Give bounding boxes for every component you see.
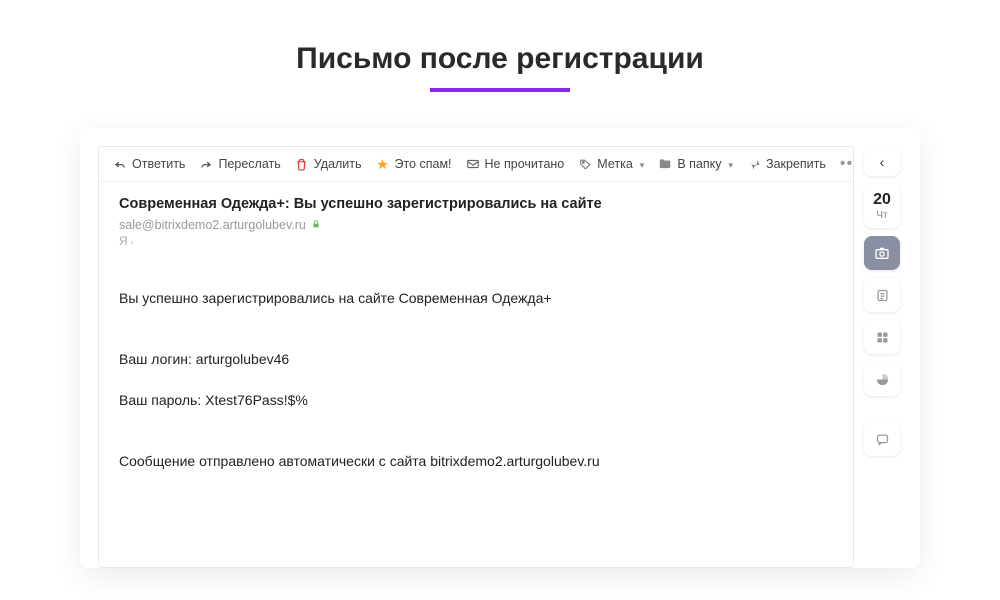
pin-icon [747, 157, 761, 171]
date-widget[interactable]: 20 Чт [864, 184, 900, 228]
sidebar-stats-button[interactable] [864, 362, 900, 396]
trash-icon [295, 157, 309, 171]
folder-icon [658, 157, 672, 171]
tofolder-button[interactable]: В папку [658, 157, 733, 171]
email-subject: Современная Одежда+: Вы успешно зарегист… [119, 196, 833, 212]
sidebar-chat-button[interactable] [864, 422, 900, 456]
chevron-down-icon [726, 157, 733, 171]
forward-button[interactable]: Переслать [199, 157, 280, 171]
chevron-down-icon [638, 157, 645, 171]
reply-label: Ответить [132, 157, 185, 171]
body-line-1: Вы успешно зарегистрировались на сайте С… [119, 290, 552, 306]
delete-button[interactable]: Удалить [295, 157, 362, 171]
lock-icon [311, 219, 321, 232]
label-text: Метка [597, 157, 633, 171]
reply-button[interactable]: Ответить [113, 157, 185, 171]
date-number: 20 [873, 192, 891, 208]
spam-icon [375, 157, 389, 171]
tag-icon [578, 157, 592, 171]
chevron-right-icon: › [131, 237, 134, 247]
mail-main-panel: Ответить Переслать Удалить [98, 146, 854, 568]
body-line-3: Ваш пароль: Xtest76Pass!$% [119, 392, 308, 408]
screenshot-card: Ответить Переслать Удалить [80, 128, 920, 568]
unread-label: Не прочитано [485, 157, 565, 171]
right-sidebar: ‹ 20 Чт [862, 146, 902, 568]
email-body: Вы успешно зарегистрировались на сайте С… [119, 268, 833, 471]
reply-icon [113, 157, 127, 171]
unread-button[interactable]: Не прочитано [466, 157, 565, 171]
forward-label: Переслать [218, 157, 280, 171]
email-from-line: sale@bitrixdemo2.arturgolubev.ru [119, 218, 833, 232]
delete-label: Удалить [314, 157, 362, 171]
page-title: Письмо после регистрации [0, 0, 1000, 76]
envelope-icon [466, 157, 480, 171]
tofolder-label: В папку [677, 157, 721, 171]
sidebar-camera-button[interactable] [864, 236, 900, 270]
date-day: Чт [876, 210, 887, 221]
email-to-line[interactable]: Я› [119, 234, 833, 248]
sidebar-apps-button[interactable] [864, 320, 900, 354]
spam-button[interactable]: Это спам! [375, 157, 451, 171]
pin-label: Закрепить [766, 157, 826, 171]
sidebar-notes-button[interactable] [864, 278, 900, 312]
title-underline [430, 88, 570, 92]
body-line-4: Сообщение отправлено автоматически с сай… [119, 453, 600, 469]
mail-content: Современная Одежда+: Вы успешно зарегист… [99, 182, 853, 485]
pin-button[interactable]: Закрепить [747, 157, 826, 171]
forward-icon [199, 157, 213, 171]
label-button[interactable]: Метка [578, 157, 644, 171]
mail-toolbar: Ответить Переслать Удалить [99, 147, 853, 182]
spam-label: Это спам! [394, 157, 451, 171]
chevron-left-icon: ‹ [880, 154, 885, 170]
body-line-2: Ваш логин: arturgolubev46 [119, 351, 289, 367]
more-button[interactable]: ••• [840, 155, 854, 173]
email-from: sale@bitrixdemo2.arturgolubev.ru [119, 218, 306, 232]
email-to: Я [119, 234, 128, 248]
collapse-button[interactable]: ‹ [864, 148, 900, 176]
